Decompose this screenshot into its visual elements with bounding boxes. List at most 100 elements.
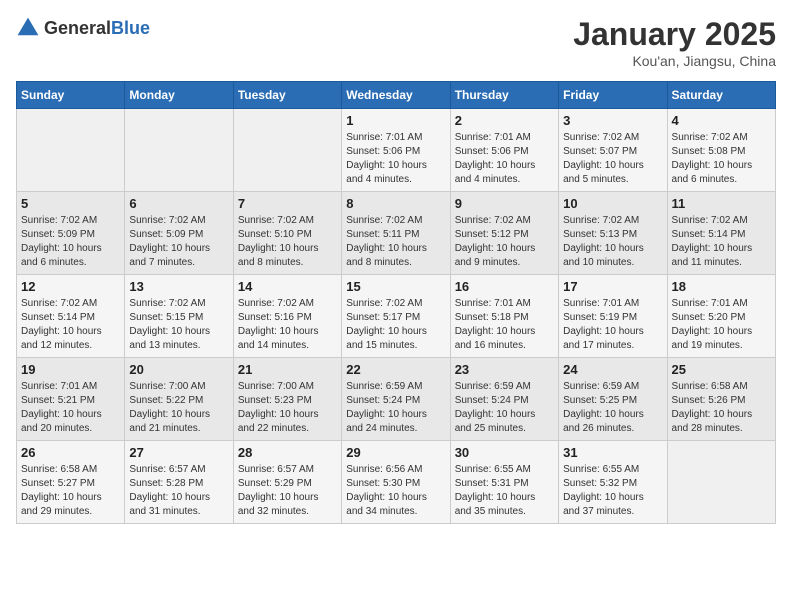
calendar-week-row: 19 Sunrise: 7:01 AM Sunset: 5:21 PM Dayli…: [17, 358, 776, 441]
weekday-header: Monday: [125, 82, 233, 109]
weekday-header: Friday: [559, 82, 667, 109]
day-info: Sunrise: 7:02 AM Sunset: 5:09 PM Dayligh…: [129, 214, 228, 270]
calendar-cell: [125, 109, 233, 192]
calendar-cell: 18 Sunrise: 7:01 AM Sunset: 5:20 PM Dayli…: [667, 275, 775, 358]
day-number: 28: [238, 445, 337, 460]
calendar-cell: 12Sunrise: 7:02 AM Sunset: 5:14 PM Dayli…: [17, 275, 125, 358]
day-info: Sunrise: 6:58 AM Sunset: 5:27 PM Dayligh…: [21, 463, 120, 519]
day-number: 26: [21, 445, 120, 460]
day-number: 9: [455, 196, 554, 211]
day-info: Sunrise: 6:56 AM Sunset: 5:30 PM Dayligh…: [346, 463, 445, 519]
calendar-cell: 20 Sunrise: 7:00 AM Sunset: 5:22 PM Dayli…: [125, 358, 233, 441]
day-number: 22: [346, 362, 445, 377]
weekday-header-row: SundayMondayTuesdayWednesdayThursdayFrid…: [17, 82, 776, 109]
logo-text-blue: Blue: [111, 18, 150, 38]
day-info: Sunrise: 6:57 AM Sunset: 5:28 PM Dayligh…: [129, 463, 228, 519]
calendar-cell: 23Sunrise: 6:59 AM Sunset: 5:24 PM Dayli…: [450, 358, 558, 441]
day-info: Sunrise: 6:59 AM Sunset: 5:24 PM Dayligh…: [455, 380, 554, 436]
day-number: 10: [563, 196, 662, 211]
day-number: 14: [238, 279, 337, 294]
day-info: Sunrise: 7:01 AM Sunset: 5:18 PM Dayligh…: [455, 297, 554, 353]
day-info: Sunrise: 7:01 AM Sunset: 5:06 PM Dayligh…: [346, 131, 445, 187]
weekday-header: Thursday: [450, 82, 558, 109]
title-block: January 2025 Kou'an, Jiangsu, China: [573, 16, 776, 69]
day-number: 16: [455, 279, 554, 294]
day-number: 11: [672, 196, 771, 211]
day-number: 31: [563, 445, 662, 460]
day-number: 13: [129, 279, 228, 294]
calendar-cell: 13 Sunrise: 7:02 AM Sunset: 5:15 PM Dayli…: [125, 275, 233, 358]
day-number: 21: [238, 362, 337, 377]
weekday-header: Saturday: [667, 82, 775, 109]
calendar-cell: 28Sunrise: 6:57 AM Sunset: 5:29 PM Dayli…: [233, 441, 341, 524]
day-info: Sunrise: 6:58 AM Sunset: 5:26 PM Dayligh…: [672, 380, 771, 436]
calendar-week-row: 26 Sunrise: 6:58 AM Sunset: 5:27 PM Dayli…: [17, 441, 776, 524]
day-info: Sunrise: 7:02 AM Sunset: 5:11 PM Dayligh…: [346, 214, 445, 270]
day-number: 8: [346, 196, 445, 211]
day-info: Sunrise: 7:02 AM Sunset: 5:10 PM Dayligh…: [238, 214, 337, 270]
calendar-cell: 27Sunrise: 6:57 AM Sunset: 5:28 PM Dayli…: [125, 441, 233, 524]
calendar-cell: 24 Sunrise: 6:59 AM Sunset: 5:25 PM Dayli…: [559, 358, 667, 441]
location: Kou'an, Jiangsu, China: [573, 53, 776, 69]
day-number: 7: [238, 196, 337, 211]
day-info: Sunrise: 7:02 AM Sunset: 5:07 PM Dayligh…: [563, 131, 662, 187]
calendar-cell: 4 Sunrise: 7:02 AM Sunset: 5:08 PM Daylig…: [667, 109, 775, 192]
day-number: 20: [129, 362, 228, 377]
day-info: Sunrise: 7:02 AM Sunset: 5:09 PM Dayligh…: [21, 214, 120, 270]
page-header: GeneralBlue January 2025 Kou'an, Jiangsu…: [16, 16, 776, 69]
calendar-cell: 9Sunrise: 7:02 AM Sunset: 5:12 PM Daylig…: [450, 192, 558, 275]
day-info: Sunrise: 7:02 AM Sunset: 5:14 PM Dayligh…: [21, 297, 120, 353]
calendar-cell: 7 Sunrise: 7:02 AM Sunset: 5:10 PM Daylig…: [233, 192, 341, 275]
calendar-cell: 1 Sunrise: 7:01 AM Sunset: 5:06 PM Daylig…: [342, 109, 450, 192]
day-number: 1: [346, 113, 445, 128]
day-info: Sunrise: 6:55 AM Sunset: 5:32 PM Dayligh…: [563, 463, 662, 519]
day-number: 25: [672, 362, 771, 377]
calendar-week-row: 1 Sunrise: 7:01 AM Sunset: 5:06 PM Daylig…: [17, 109, 776, 192]
calendar-cell: 2Sunrise: 7:01 AM Sunset: 5:06 PM Daylig…: [450, 109, 558, 192]
calendar-cell: 30Sunrise: 6:55 AM Sunset: 5:31 PM Dayli…: [450, 441, 558, 524]
calendar-cell: 19 Sunrise: 7:01 AM Sunset: 5:21 PM Dayli…: [17, 358, 125, 441]
day-number: 24: [563, 362, 662, 377]
day-number: 5: [21, 196, 120, 211]
day-number: 4: [672, 113, 771, 128]
day-info: Sunrise: 7:00 AM Sunset: 5:22 PM Dayligh…: [129, 380, 228, 436]
day-number: 6: [129, 196, 228, 211]
day-info: Sunrise: 7:02 AM Sunset: 5:13 PM Dayligh…: [563, 214, 662, 270]
day-info: Sunrise: 6:59 AM Sunset: 5:24 PM Dayligh…: [346, 380, 445, 436]
day-number: 30: [455, 445, 554, 460]
calendar-cell: 17Sunrise: 7:01 AM Sunset: 5:19 PM Dayli…: [559, 275, 667, 358]
day-info: Sunrise: 7:01 AM Sunset: 5:20 PM Dayligh…: [672, 297, 771, 353]
calendar-cell: 21Sunrise: 7:00 AM Sunset: 5:23 PM Dayli…: [233, 358, 341, 441]
calendar-cell: 16 Sunrise: 7:01 AM Sunset: 5:18 PM Dayli…: [450, 275, 558, 358]
calendar-cell: [17, 109, 125, 192]
day-number: 19: [21, 362, 120, 377]
day-info: Sunrise: 7:02 AM Sunset: 5:16 PM Dayligh…: [238, 297, 337, 353]
day-number: 3: [563, 113, 662, 128]
day-info: Sunrise: 7:01 AM Sunset: 5:06 PM Dayligh…: [455, 131, 554, 187]
calendar-cell: 15 Sunrise: 7:02 AM Sunset: 5:17 PM Dayli…: [342, 275, 450, 358]
calendar-table: SundayMondayTuesdayWednesdayThursdayFrid…: [16, 81, 776, 524]
month-title: January 2025: [573, 16, 776, 53]
day-info: Sunrise: 7:02 AM Sunset: 5:17 PM Dayligh…: [346, 297, 445, 353]
calendar-cell: 29Sunrise: 6:56 AM Sunset: 5:30 PM Dayli…: [342, 441, 450, 524]
day-number: 17: [563, 279, 662, 294]
day-number: 18: [672, 279, 771, 294]
calendar-cell: 11Sunrise: 7:02 AM Sunset: 5:14 PM Dayli…: [667, 192, 775, 275]
calendar-week-row: 12Sunrise: 7:02 AM Sunset: 5:14 PM Dayli…: [17, 275, 776, 358]
calendar-cell: [233, 109, 341, 192]
day-number: 15: [346, 279, 445, 294]
weekday-header: Sunday: [17, 82, 125, 109]
calendar-cell: 22 Sunrise: 6:59 AM Sunset: 5:24 PM Dayli…: [342, 358, 450, 441]
calendar-cell: 8 Sunrise: 7:02 AM Sunset: 5:11 PM Daylig…: [342, 192, 450, 275]
logo: GeneralBlue: [16, 16, 150, 40]
logo-icon: [16, 16, 40, 40]
day-info: Sunrise: 7:02 AM Sunset: 5:08 PM Dayligh…: [672, 131, 771, 187]
day-info: Sunrise: 6:59 AM Sunset: 5:25 PM Dayligh…: [563, 380, 662, 436]
day-info: Sunrise: 7:02 AM Sunset: 5:15 PM Dayligh…: [129, 297, 228, 353]
calendar-cell: 5 Sunrise: 7:02 AM Sunset: 5:09 PM Daylig…: [17, 192, 125, 275]
calendar-cell: 31 Sunrise: 6:55 AM Sunset: 5:32 PM Dayli…: [559, 441, 667, 524]
weekday-header: Wednesday: [342, 82, 450, 109]
logo-text-general: General: [44, 18, 111, 38]
day-info: Sunrise: 7:01 AM Sunset: 5:21 PM Dayligh…: [21, 380, 120, 436]
calendar-cell: [667, 441, 775, 524]
